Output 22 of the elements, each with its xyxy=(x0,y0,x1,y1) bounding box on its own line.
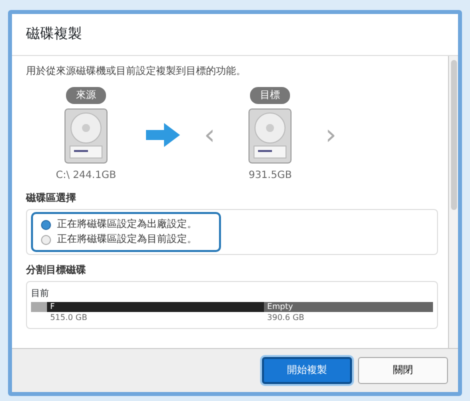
arrow-icon xyxy=(146,123,180,147)
radio-option[interactable]: 正在將磁碟區設定為出廠設定。 xyxy=(41,217,211,232)
section-title: 磁碟區選擇 xyxy=(26,192,77,206)
partition-caption: 目前 xyxy=(31,288,50,301)
description-text: 用於從來源磁碟機或目前設定複製到目標的功能。 xyxy=(26,64,247,79)
close-button[interactable]: 關閉 xyxy=(358,357,448,384)
partition-size-text: 390.6 GB xyxy=(266,312,306,324)
partition-segment: Empty xyxy=(264,302,433,312)
partition-segment: F xyxy=(47,302,264,312)
section-title: 分割目標磁碟 xyxy=(26,264,87,278)
partition-size-text: 515.0 GB xyxy=(49,312,88,324)
window-title: 磁碟複製 xyxy=(12,14,458,56)
radio-option[interactable]: 正在將磁碟區設定為目前設定。 xyxy=(41,232,211,247)
hard-drive-icon xyxy=(64,108,108,164)
scrollbar[interactable] xyxy=(448,56,458,348)
hard-drive-icon xyxy=(248,108,292,164)
partition-segment xyxy=(31,302,48,312)
source-label: 來源 xyxy=(66,87,106,104)
start-button[interactable]: 開始複製 xyxy=(262,357,352,384)
disk-size-text: 931.5GB xyxy=(248,169,292,183)
disk-size-text: C:\ 244.1GB xyxy=(56,169,116,183)
target-label: 目標 xyxy=(250,87,290,104)
